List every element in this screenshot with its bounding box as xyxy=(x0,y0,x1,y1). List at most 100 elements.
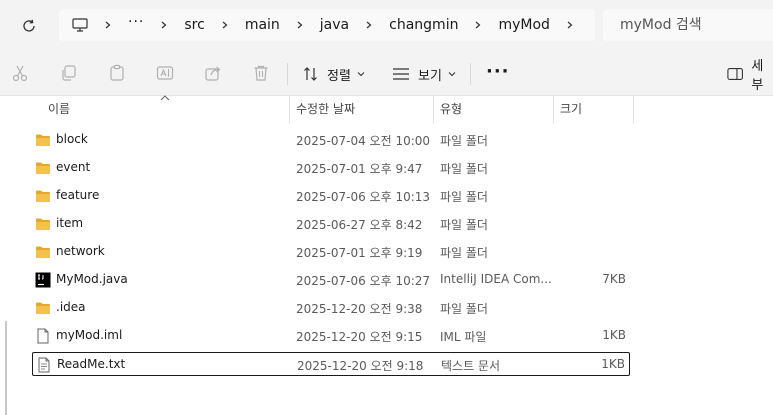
file-row[interactable]: ReadMe.txt 2025-12-20 오전 9:18 텍스트 문서 1KB xyxy=(32,352,630,376)
file-size: 1KB xyxy=(602,328,626,342)
file-size: 1KB xyxy=(601,357,625,371)
file-type: IntelliJ IDEA Com... xyxy=(440,272,552,286)
file-type: 파일 폴더 xyxy=(440,190,488,204)
folder-icon xyxy=(35,160,51,176)
column-header-modified[interactable]: 수정한 날짜 xyxy=(296,96,355,124)
file-row[interactable]: network 2025-07-01 오후 9:19 파일 폴더 xyxy=(32,240,630,264)
file-name: MyMod.java xyxy=(56,272,128,286)
search-input[interactable]: myMod 검색 xyxy=(603,9,773,41)
breadcrumb-item-java[interactable]: java xyxy=(320,17,349,33)
file-type: 파일 폴더 xyxy=(440,162,488,176)
refresh-button[interactable] xyxy=(15,13,43,39)
folder-icon xyxy=(35,188,51,204)
navigation-pane-scrollbar[interactable] xyxy=(5,321,7,415)
chevron-right-icon[interactable] xyxy=(474,21,482,29)
view-button[interactable]: 보기 xyxy=(392,62,456,86)
share-button[interactable] xyxy=(204,64,222,82)
column-divider[interactable] xyxy=(289,96,290,124)
text-file-icon xyxy=(36,357,52,373)
chevron-right-icon[interactable] xyxy=(221,21,229,29)
details-label: 세부 xyxy=(751,59,764,93)
breadcrumb-item-main[interactable]: main xyxy=(245,17,280,33)
file-type: 파일 폴더 xyxy=(440,134,488,148)
clipboard-icon xyxy=(110,64,124,81)
file-row[interactable]: myMod.iml 2025-12-20 오전 9:15 IML 파일 1KB xyxy=(32,324,630,348)
file-name: .idea xyxy=(56,300,86,314)
folder-icon xyxy=(35,244,51,260)
sort-button[interactable]: 정렬 xyxy=(303,62,365,86)
breadcrumb-item-changmin[interactable]: changmin xyxy=(389,17,458,33)
document-icon xyxy=(35,328,51,344)
file-row[interactable]: .idea 2025-12-20 오전 9:38 파일 폴더 xyxy=(32,296,630,320)
details-pane-button[interactable]: 세부 xyxy=(727,59,773,93)
file-date-modified: 2025-06-27 오후 8:42 xyxy=(296,218,423,232)
column-header-size[interactable]: 크기 xyxy=(560,96,582,124)
file-date-modified: 2025-07-01 오후 9:19 xyxy=(296,246,423,260)
file-type: 파일 폴더 xyxy=(440,218,488,232)
more-icon: ··· xyxy=(486,60,510,82)
folder-icon xyxy=(35,132,51,148)
file-name: ReadMe.txt xyxy=(57,357,126,371)
column-header-name[interactable]: 이름 xyxy=(48,96,70,124)
file-name: block xyxy=(56,132,88,146)
chevron-right-icon[interactable] xyxy=(160,21,168,29)
toolbar-divider xyxy=(470,63,471,85)
trash-icon xyxy=(254,65,268,81)
file-date-modified: 2025-07-06 오후 10:27 xyxy=(296,274,431,288)
paste-button[interactable] xyxy=(108,64,126,82)
breadcrumb-item-src[interactable]: src xyxy=(184,17,204,33)
file-row[interactable]: feature 2025-07-06 오후 10:13 파일 폴더 xyxy=(32,184,630,208)
file-row[interactable]: event 2025-07-01 오후 9:47 파일 폴더 xyxy=(32,156,630,180)
command-bar: 정렬 보기 ··· 세부 xyxy=(0,50,773,96)
file-date-modified: 2025-07-04 오전 10:00 xyxy=(296,134,431,148)
scissors-icon xyxy=(12,65,28,82)
file-type: 파일 폴더 xyxy=(440,246,488,260)
computer-icon[interactable] xyxy=(72,18,88,32)
chevron-right-icon[interactable] xyxy=(104,21,112,29)
breadcrumb-item-mymod[interactable]: myMod xyxy=(498,17,549,33)
delete-button[interactable] xyxy=(252,64,270,82)
file-date-modified: 2025-12-20 오전 9:38 xyxy=(296,302,423,316)
share-icon xyxy=(205,66,221,81)
file-list: 이름 수정한 날짜 유형 크기 block 2025-07-04 오전 10:00… xyxy=(0,95,773,415)
file-size: 7KB xyxy=(602,272,626,286)
chevron-right-icon[interactable] xyxy=(296,21,304,29)
chevron-down-icon xyxy=(448,72,456,77)
file-name: item xyxy=(56,216,84,230)
file-name: myMod.iml xyxy=(56,328,123,342)
file-date-modified: 2025-12-20 오전 9:18 xyxy=(297,359,424,373)
folder-icon xyxy=(35,300,51,316)
details-pane-icon xyxy=(727,68,743,80)
overflow-ellipsis-icon[interactable]: ··· xyxy=(128,14,144,30)
file-name: feature xyxy=(56,188,100,202)
breadcrumb[interactable]: ··· src main java changmin myMod xyxy=(59,9,595,41)
rename-button[interactable] xyxy=(156,64,174,82)
column-divider[interactable] xyxy=(553,96,554,124)
copy-button[interactable] xyxy=(60,64,78,82)
chevron-right-icon[interactable] xyxy=(365,21,373,29)
sort-label: 정렬 xyxy=(327,68,351,84)
chevron-down-icon xyxy=(357,72,365,77)
more-options-button[interactable]: ··· xyxy=(486,60,510,86)
file-name: network xyxy=(56,244,105,258)
rename-icon xyxy=(156,66,174,80)
cut-button[interactable] xyxy=(11,64,29,82)
column-header-type[interactable]: 유형 xyxy=(440,96,462,124)
file-date-modified: 2025-07-01 오후 9:47 xyxy=(296,162,423,176)
file-date-modified: 2025-07-06 오후 10:13 xyxy=(296,190,431,204)
sort-ascending-icon xyxy=(160,95,170,101)
chevron-right-icon[interactable] xyxy=(566,21,574,29)
folder-icon xyxy=(35,216,51,232)
file-row[interactable]: item 2025-06-27 오후 8:42 파일 폴더 xyxy=(32,212,630,236)
file-type: 텍스트 문서 xyxy=(441,359,501,373)
file-name: event xyxy=(56,160,91,174)
file-row[interactable]: MyMod.java 2025-07-06 오후 10:27 IntelliJ ID… xyxy=(32,268,630,292)
file-date-modified: 2025-12-20 오전 9:15 xyxy=(296,330,423,344)
file-type: 파일 폴더 xyxy=(440,302,488,316)
copy-icon xyxy=(62,65,76,81)
column-divider[interactable] xyxy=(633,96,634,124)
column-divider[interactable] xyxy=(433,96,434,124)
refresh-icon xyxy=(23,19,35,32)
file-row[interactable]: block 2025-07-04 오전 10:00 파일 폴더 xyxy=(32,128,630,152)
file-type: IML 파일 xyxy=(440,330,487,344)
